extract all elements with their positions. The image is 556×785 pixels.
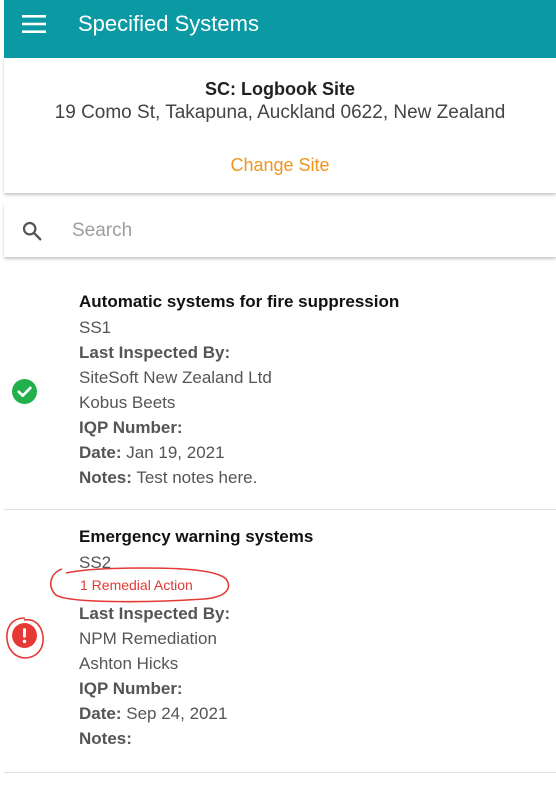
search-input[interactable]: [70, 218, 494, 243]
search-bar: [4, 204, 556, 257]
inspector-company: SiteSoft New Zealand Ltd: [79, 368, 272, 387]
notes-label: Notes:: [79, 468, 132, 487]
inspector-name: Kobus Beets: [79, 393, 176, 412]
annotation-circle: [49, 567, 230, 603]
page-title: Specified Systems: [78, 11, 259, 36]
system-title: Emergency warning systems: [79, 527, 314, 546]
date-value: Jan 19, 2021: [126, 443, 225, 462]
inspector-name: Ashton Hicks: [79, 654, 179, 673]
iqp-label: IQP Number:: [79, 679, 183, 698]
system-code: SS1: [79, 318, 112, 337]
alert-status: [6, 617, 44, 659]
inspector-company: NPM Remediation: [79, 629, 217, 648]
notes-label: Notes:: [79, 729, 132, 748]
date-label: Date:: [79, 704, 122, 723]
change-site-button[interactable]: Change Site: [230, 155, 329, 176]
systems-list: Automatic systems for fire suppression S…: [0, 258, 556, 773]
date-value: Sep 24, 2021: [126, 704, 228, 723]
date-label: Date:: [79, 443, 122, 462]
notes-value: Test notes here.: [136, 468, 258, 487]
hamburger-menu-icon[interactable]: [4, 0, 64, 58]
check-circle-icon: [12, 379, 37, 404]
search-icon: [22, 221, 42, 240]
system-title: Automatic systems for fire suppression: [79, 292, 400, 311]
app-bar: Specified Systems: [4, 0, 556, 58]
list-item[interactable]: Automatic systems for fire suppression S…: [4, 258, 556, 510]
iqp-label: IQP Number:: [79, 418, 183, 437]
site-card: SC: Logbook Site 19 Como St, Takapuna, A…: [4, 58, 556, 193]
last-inspected-label: Last Inspected By:: [79, 343, 231, 362]
site-address: 19 Como St, Takapuna, Auckland 0622, New…: [54, 102, 506, 123]
alert-circle-icon: [12, 623, 37, 648]
site-name: SC: Logbook Site: [205, 79, 355, 99]
list-item[interactable]: Emergency warning systems SS2 1 Remedial…: [4, 510, 556, 773]
